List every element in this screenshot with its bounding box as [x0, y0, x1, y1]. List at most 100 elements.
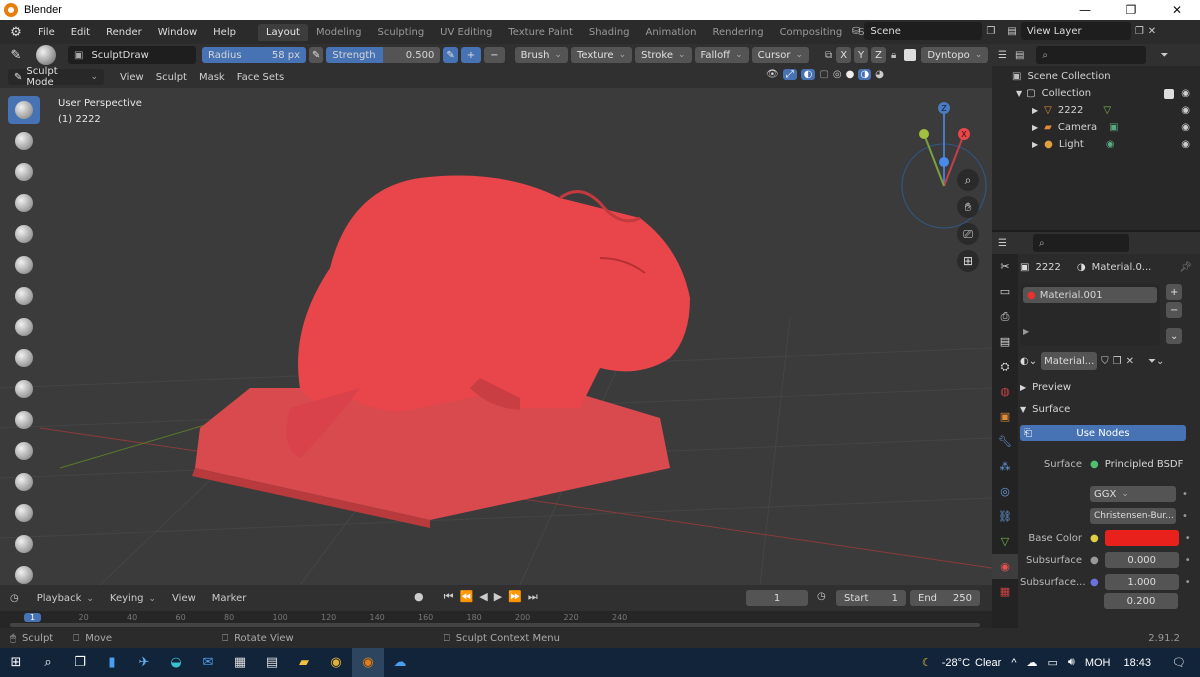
symmetry-x-button[interactable]: X: [836, 47, 852, 63]
symmetry-y-button[interactable]: Y: [854, 47, 869, 63]
remove-view-layer-icon[interactable]: ✕: [1148, 26, 1156, 37]
remove-slot-button[interactable]: −: [1166, 302, 1183, 318]
gizmo-toggle-icon[interactable]: ⤢: [782, 69, 797, 80]
sculpt-model[interactable]: [192, 175, 690, 529]
timeline-scrollbar[interactable]: [10, 623, 980, 627]
maximize-button[interactable]: ❐: [1108, 0, 1154, 20]
overlay-toggle-icon[interactable]: ◐: [800, 69, 816, 80]
browse-material-icon[interactable]: ◐⌄: [1020, 356, 1037, 367]
expand-arrow-icon[interactable]: ▶: [1032, 123, 1038, 132]
texture-dropdown[interactable]: Texture: [570, 47, 633, 63]
onedrive-icon[interactable]: ☁: [384, 648, 416, 677]
file-explorer-icon[interactable]: ▰: [288, 648, 320, 677]
material-slot-list[interactable]: ● Material.001 ▶: [1020, 284, 1160, 346]
duplicate-material-icon[interactable]: ❐: [1113, 356, 1122, 367]
outliner-row-camera[interactable]: ▶ ▰ Camera ▣ ◉: [992, 119, 1200, 136]
mail-icon[interactable]: ✉: [192, 648, 224, 677]
end-frame-field[interactable]: End 250: [910, 590, 980, 606]
timeline-view-menu[interactable]: View: [164, 593, 204, 604]
tray-chevron-icon[interactable]: ^: [1011, 657, 1016, 669]
edge-browser-icon[interactable]: ◒: [160, 648, 192, 677]
subsurface-field[interactable]: 0.000: [1104, 552, 1179, 568]
outliner-search-input[interactable]: ⌕: [1036, 46, 1147, 64]
stroke-dropdown[interactable]: Stroke: [635, 47, 692, 63]
list-expand-icon[interactable]: ▶: [1023, 327, 1157, 336]
3d-viewport[interactable]: User Perspective (1) 2222 Z X ⌕ ✋︎ ⎚ ⊞: [0, 88, 992, 585]
blender-menu-icon[interactable]: ⚙: [6, 23, 26, 41]
expand-arrow-icon[interactable]: ▶: [1032, 140, 1038, 149]
tool-layer-button[interactable]: [8, 251, 40, 279]
collapse-arrow-icon[interactable]: ▼: [1016, 89, 1022, 98]
unlink-material-icon[interactable]: ✕: [1126, 356, 1134, 367]
camera-eye-icon[interactable]: ◉: [1181, 122, 1190, 133]
cursor-dropdown[interactable]: Cursor: [751, 47, 810, 63]
viewport-menu-sculpt[interactable]: Sculpt: [150, 72, 193, 83]
menu-edit[interactable]: Edit: [63, 27, 98, 38]
tab-texture-paint[interactable]: Texture Paint: [500, 24, 581, 41]
next-keyframe-icon[interactable]: ⏩: [508, 590, 522, 604]
tab-layout[interactable]: Layout: [257, 23, 308, 41]
tool-pinch-button[interactable]: [8, 499, 40, 527]
pan-hand-icon[interactable]: ✋︎: [957, 196, 979, 218]
timeline-scrubber[interactable]: 1 20 40 60 80 100 120 140 160 180 200 220 240: [0, 611, 992, 628]
world-tab-icon[interactable]: ◍: [992, 379, 1018, 404]
windows-start-icon[interactable]: ⊞: [0, 648, 32, 677]
viewport-menu-mask[interactable]: Mask: [193, 72, 231, 83]
material-tab-icon[interactable]: ◉: [992, 554, 1018, 579]
strength-slider[interactable]: Strength 0.500: [326, 47, 441, 63]
taskbar-app-2-icon[interactable]: ✈: [128, 648, 160, 677]
tool-face-sets-button[interactable]: [8, 561, 40, 585]
zoom-icon[interactable]: ⌕: [957, 169, 979, 191]
outliner-row-scene-collection[interactable]: ▣ Scene Collection: [992, 68, 1200, 85]
output-tab-icon[interactable]: ⎙: [992, 304, 1018, 329]
visibility-icon[interactable]: 👁︎: [766, 69, 779, 80]
view-layer-icon[interactable]: ▤: [1007, 26, 1016, 37]
menu-window[interactable]: Window: [150, 27, 205, 38]
object-tab-icon[interactable]: ▣: [992, 404, 1018, 429]
volume-icon[interactable]: 🔊︎: [1068, 656, 1075, 669]
ortho-toggle-icon[interactable]: ⊞: [957, 250, 979, 272]
tool-blob-button[interactable]: [8, 313, 40, 341]
tool-crease-button[interactable]: [8, 344, 40, 372]
physics-tab-icon[interactable]: ◎: [992, 479, 1018, 504]
particles-tab-icon[interactable]: ⁂: [992, 454, 1018, 479]
tool-clay-strips-button[interactable]: [8, 189, 40, 217]
language-label[interactable]: MOH: [1085, 657, 1111, 669]
jump-end-icon[interactable]: ⏭: [528, 590, 538, 604]
symmetry-z-button[interactable]: Z: [871, 47, 887, 63]
material-slot-item[interactable]: ● Material.001: [1023, 287, 1157, 303]
properties-search-input[interactable]: ⌕: [1032, 234, 1129, 252]
current-frame-field[interactable]: 1: [746, 590, 808, 606]
camera-view-icon[interactable]: ⎚: [957, 223, 979, 245]
scene-tab-icon[interactable]: ⛭: [992, 354, 1018, 379]
tab-modeling[interactable]: Modeling: [308, 24, 370, 41]
surface-shader-value[interactable]: Principled BSDF: [1105, 459, 1184, 470]
taskbar-app-1-icon[interactable]: ▮: [96, 648, 128, 677]
use-nodes-button[interactable]: ⎗ Use Nodes: [1020, 425, 1186, 441]
tool-clay-thumb-button[interactable]: [8, 220, 40, 248]
tab-animation[interactable]: Animation: [638, 24, 705, 41]
strength-pressure-icon[interactable]: ✎: [443, 47, 458, 63]
outliner-row-object[interactable]: ▶ ▽ 2222 ▽ ◉: [992, 102, 1200, 119]
subsurface-method-dropdown[interactable]: Christensen-Bur...: [1090, 508, 1176, 524]
base-color-swatch[interactable]: [1104, 530, 1179, 546]
falloff-dropdown[interactable]: Falloff: [694, 47, 749, 63]
outliner-editor-icon[interactable]: ☰: [998, 50, 1007, 61]
network-icon[interactable]: ▭: [1047, 656, 1057, 669]
clock-label[interactable]: 18:43: [1124, 657, 1152, 669]
viewport-menu-face-sets[interactable]: Face Sets: [231, 72, 290, 83]
mode-dropdown[interactable]: ✎ Sculpt Mode: [8, 66, 104, 88]
shading-rendered-icon[interactable]: ◕: [875, 69, 884, 80]
notification-icon[interactable]: 🗨︎: [1172, 656, 1186, 669]
radius-slider[interactable]: Radius 58 px: [202, 47, 306, 63]
viewport-menu-view[interactable]: View: [114, 72, 150, 83]
tool-scrape-button[interactable]: [8, 468, 40, 496]
add-slot-button[interactable]: +: [1166, 284, 1183, 300]
taskbar-search-icon[interactable]: ⌕: [32, 648, 64, 677]
constraints-tab-icon[interactable]: ⛓: [992, 504, 1018, 529]
expand-arrow-icon[interactable]: ▶: [1032, 106, 1038, 115]
playback-menu[interactable]: Playback: [29, 593, 102, 604]
chrome-icon[interactable]: ◉: [320, 648, 352, 677]
properties-editor-icon[interactable]: ☰: [998, 238, 1007, 249]
tab-compositing[interactable]: Compositing: [772, 24, 851, 41]
